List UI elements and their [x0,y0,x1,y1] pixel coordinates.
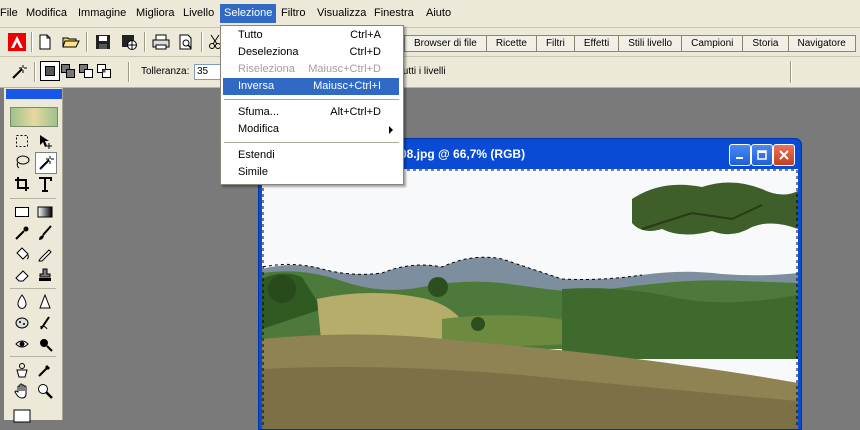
tab-browser-di-file[interactable]: Browser di file [404,35,487,52]
tab-campioni[interactable]: Campioni [682,35,744,52]
menu-filtro[interactable]: Filtro [277,4,309,23]
sponge-tool-icon[interactable] [12,313,32,333]
menu-visualizza[interactable]: Visualizza [313,4,370,23]
menu-livello[interactable]: Livello [179,4,218,23]
menu-separator [224,99,399,100]
menu-finestra[interactable]: Finestra [370,4,418,23]
color-picker-icon[interactable] [35,360,55,380]
pencil-icon[interactable] [35,244,55,264]
maximize-button[interactable] [751,144,773,166]
tolerance-label: Tolleranza: [141,66,190,77]
all-layers-label[interactable]: tutti i livelli [400,66,446,77]
tab-ricette[interactable]: Ricette [486,35,537,52]
selezione-dropdown: Tutto Ctrl+A Deseleziona Ctrl+D Riselezi… [220,25,404,185]
menu-aiuto[interactable]: Aiuto [422,4,455,23]
tools-palette-titlebar[interactable] [6,89,62,99]
submenu-arrow-icon [389,126,393,134]
tools-palette [4,88,63,423]
lasso-icon[interactable] [12,152,32,172]
zoom-icon[interactable] [35,381,55,401]
menu-item-riseleziona: Riseleziona Maiusc+Ctrl+D [238,63,381,75]
magic-wand-icon [8,61,30,83]
palette-well: Browser di file Ricette Filtri Effetti S… [404,35,856,52]
shape-tool-icon[interactable] [12,202,32,222]
menu-item-estendi[interactable]: Estendi [223,147,399,164]
gradient-tool-icon[interactable] [35,202,55,222]
save-for-web-icon[interactable] [118,31,140,53]
menu-file[interactable]: File [0,4,22,23]
sharpen-tool-icon[interactable] [35,292,55,312]
menu-item-deseleziona[interactable]: Deseleziona Ctrl+D [223,44,399,61]
menu-item-modifica[interactable]: Modifica [223,121,399,138]
new-selection-mode-icon[interactable] [40,61,60,81]
tab-storia[interactable]: Storia [743,35,789,52]
subtract-selection-mode-icon[interactable] [77,62,95,80]
menu-item-inversa[interactable]: Inversa Maiusc+Ctrl+I [223,78,399,95]
menu-item-simile[interactable]: Simile [223,164,399,181]
print-icon[interactable] [150,31,172,53]
shortcuts-toolbar: Browser di file Ricette Filtri Effetti S… [0,28,860,57]
menu-bar: File Modifica Immagine Migliora Livello … [0,0,860,28]
open-folder-icon[interactable] [60,31,82,53]
menu-separator [224,142,399,143]
paint-bucket-icon[interactable] [12,244,32,264]
crop-icon[interactable] [12,174,32,194]
menu-modifica[interactable]: Modifica [22,4,71,23]
image-canvas[interactable] [262,169,798,429]
menu-selezione[interactable]: Selezione [220,4,277,23]
print-preview-icon[interactable] [175,31,197,53]
menu-immagine[interactable]: Immagine [74,4,130,23]
tab-navigatore[interactable]: Navigatore [788,35,856,52]
rectangular-marquee-icon[interactable] [12,131,32,151]
menu-item-tutto[interactable]: Tutto Ctrl+A [223,27,399,44]
add-selection-mode-icon[interactable] [59,62,77,80]
close-button[interactable] [773,144,795,166]
custom-shape-icon[interactable] [12,360,32,380]
document-title: 08.jpg @ 66,7% (RGB) [400,147,526,161]
minimize-button[interactable] [729,144,751,166]
eraser-icon[interactable] [12,265,32,285]
save-icon[interactable] [92,31,114,53]
tab-stili-livello[interactable]: Stili livello [619,35,683,52]
burn-tool-icon[interactable] [35,334,55,354]
eyedropper-icon[interactable] [12,223,32,243]
blur-tool-icon[interactable] [12,292,32,312]
magic-wand-tool-icon[interactable] [35,152,57,174]
options-bar: Tolleranza: 35 tutti i livelli [0,57,860,88]
tab-filtri[interactable]: Filtri [536,35,575,52]
hand-tool-icon[interactable] [12,381,32,401]
menu-item-sfuma[interactable]: Sfuma... Alt+Ctrl+D [223,104,399,121]
new-file-icon[interactable] [34,31,56,53]
menu-migliora[interactable]: Migliora [132,4,179,23]
intersect-selection-mode-icon[interactable] [95,62,113,80]
color-swatches-icon[interactable] [12,406,44,426]
clone-stamp-icon[interactable] [35,265,55,285]
brush-icon[interactable] [35,223,55,243]
move-tool-icon[interactable] [35,131,55,151]
type-tool-icon[interactable] [35,174,55,194]
eye-logo-icon[interactable] [10,107,58,127]
smudge-tool-icon[interactable] [35,313,55,333]
tab-effetti[interactable]: Effetti [574,35,620,52]
selection-marquee [262,169,798,428]
adobe-logo-icon[interactable] [6,31,28,53]
red-eye-icon[interactable] [12,334,32,354]
